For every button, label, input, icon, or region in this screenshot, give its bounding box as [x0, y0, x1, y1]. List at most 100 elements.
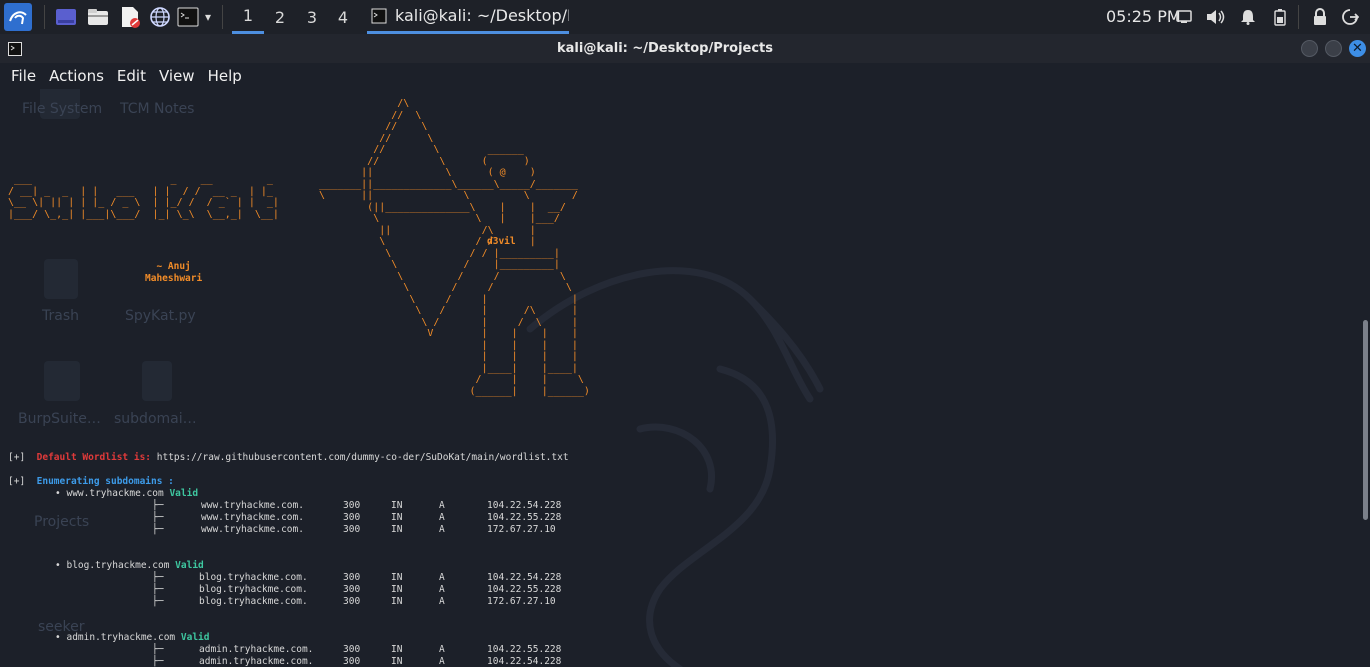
- record-ttl: 300: [343, 572, 361, 583]
- window-title: kali@kali: ~/Desktop/Projects: [556, 41, 774, 56]
- record-ip: 104.22.55.228: [487, 584, 562, 595]
- record-ttl: 300: [343, 512, 361, 523]
- subdomain-header: • www.tryhackme.com Valid: [55, 488, 198, 500]
- scrollbar-thumb[interactable]: [1363, 320, 1368, 520]
- text-editor-icon[interactable]: [118, 5, 142, 29]
- record-ip: 104.22.54.228: [487, 656, 562, 667]
- desktop-ghost-icon: [44, 361, 80, 401]
- subdomain-header: • blog.tryhackme.com Valid: [55, 560, 204, 572]
- branch-glyph: ├─: [152, 512, 164, 523]
- menu-help[interactable]: Help: [202, 63, 249, 89]
- task-label: kali@kali: ~/Desktop/Pr…: [395, 6, 569, 25]
- record-class: IN: [391, 524, 403, 535]
- record-type: A: [439, 572, 445, 583]
- menu-view[interactable]: View: [153, 63, 202, 89]
- display-icon[interactable]: [1174, 7, 1194, 27]
- file-manager-icon[interactable]: [86, 5, 110, 29]
- logout-icon[interactable]: [1340, 7, 1360, 27]
- chevron-down-icon[interactable]: ▾: [200, 5, 216, 29]
- record-type: A: [439, 512, 445, 523]
- branch-glyph: ├─: [152, 596, 164, 607]
- prefix: [+]: [8, 452, 26, 463]
- terminal-output[interactable]: File System TCM Notes Trash SpyKat.py Bu…: [0, 89, 1362, 667]
- record-class: IN: [391, 500, 403, 511]
- subdomain-name: admin.tryhackme.com: [66, 632, 176, 643]
- show-desktop-icon[interactable]: [54, 5, 78, 29]
- enumerating-line: [+] Enumerating subdomains :: [8, 476, 174, 488]
- battery-icon[interactable]: [1270, 7, 1290, 27]
- record-type: A: [439, 644, 445, 655]
- d3vil-tag: d3vil: [487, 236, 516, 247]
- clock[interactable]: 05:25 PM: [1106, 7, 1181, 26]
- record-type: A: [439, 584, 445, 595]
- valid-badge: Valid: [180, 632, 210, 643]
- web-browser-icon[interactable]: [148, 5, 172, 29]
- record-ttl: 300: [343, 656, 361, 667]
- valid-badge: Valid: [169, 488, 199, 499]
- scrollbar[interactable]: [1362, 89, 1370, 667]
- record-class: IN: [391, 584, 403, 595]
- menu-bar: File Actions Edit View Help: [0, 63, 1370, 89]
- desktop-label-spykat: SpyKat.py: [125, 308, 196, 324]
- terminal-task-button[interactable]: kali@kali: ~/Desktop/Pr…: [367, 0, 569, 34]
- record-ttl: 300: [343, 500, 361, 511]
- record-ip: 172.67.27.10: [487, 596, 556, 607]
- taskbar-separator: [222, 5, 223, 29]
- desktop-label-subdomains: subdomai…: [114, 411, 197, 427]
- workspace-3[interactable]: 3: [296, 0, 328, 34]
- author-line-2: Maheshwari: [145, 273, 203, 284]
- record-ip: 104.22.54.228: [487, 572, 562, 583]
- lock-icon[interactable]: [1310, 7, 1330, 27]
- notification-bell-icon[interactable]: [1238, 7, 1258, 27]
- menu-actions[interactable]: Actions: [43, 63, 111, 89]
- record-class: IN: [391, 656, 403, 667]
- volume-icon[interactable]: [1206, 7, 1226, 27]
- record-name: blog.tryhackme.com.: [199, 572, 308, 583]
- workspace-2[interactable]: 2: [264, 0, 296, 34]
- workspace-1[interactable]: 1: [232, 0, 264, 34]
- wordlist-line: [+] Default Wordlist is: https://raw.git…: [8, 452, 569, 464]
- record-name: www.tryhackme.com.: [201, 512, 304, 523]
- record-type: A: [439, 656, 445, 667]
- branch-glyph: ├─: [152, 500, 164, 511]
- record-name: blog.tryhackme.com.: [199, 584, 308, 595]
- taskbar-separator: [44, 5, 45, 29]
- record-ip: 104.22.55.228: [487, 644, 562, 655]
- maximize-button[interactable]: [1325, 40, 1342, 57]
- wordlist-url: https://raw.githubusercontent.com/dummy-…: [156, 452, 569, 463]
- desktop-label-trash: Trash: [42, 308, 79, 324]
- menu-edit[interactable]: Edit: [111, 63, 153, 89]
- record-name: www.tryhackme.com.: [201, 500, 304, 511]
- record-name: www.tryhackme.com.: [201, 524, 304, 535]
- desktop-label-burpsuite: BurpSuite…: [18, 411, 101, 427]
- workspace-4[interactable]: 4: [327, 0, 359, 34]
- author-line-1: ~ Anuj: [156, 261, 191, 272]
- close-button[interactable]: ✕: [1349, 40, 1366, 57]
- record-type: A: [439, 596, 445, 607]
- sudokat-logo-art: ___ _ __ _ / __| _ _ | | ___ | | / / __ …: [8, 174, 279, 220]
- kali-menu-icon[interactable]: [4, 3, 32, 31]
- terminal-window: kali@kali: ~/Desktop/Projects ✕ File Act…: [0, 34, 1370, 667]
- enumerating-label: Enumerating subdomains :: [36, 476, 174, 487]
- branch-glyph: ├─: [152, 572, 164, 583]
- record-class: IN: [391, 644, 403, 655]
- taskbar-separator: [1298, 5, 1299, 29]
- record-type: A: [439, 500, 445, 511]
- subdomain-header: • admin.tryhackme.com Valid: [55, 632, 209, 644]
- window-titlebar[interactable]: kali@kali: ~/Desktop/Projects ✕: [0, 34, 1370, 63]
- minimize-button[interactable]: [1301, 40, 1318, 57]
- branch-glyph: ├─: [152, 584, 164, 595]
- terminal-icon: [371, 8, 387, 24]
- record-name: admin.tryhackme.com.: [199, 644, 314, 655]
- wordlist-label: Default Wordlist is:: [36, 452, 152, 463]
- record-ttl: 300: [343, 644, 361, 655]
- terminal-launcher-icon[interactable]: [176, 5, 200, 29]
- record-class: IN: [391, 572, 403, 583]
- record-name: blog.tryhackme.com.: [199, 596, 308, 607]
- bullet: •: [55, 632, 61, 643]
- record-class: IN: [391, 596, 403, 607]
- branch-glyph: ├─: [152, 524, 164, 535]
- record-ip: 172.67.27.10: [487, 524, 556, 535]
- subdomain-name: www.tryhackme.com: [66, 488, 164, 499]
- menu-file[interactable]: File: [0, 63, 43, 89]
